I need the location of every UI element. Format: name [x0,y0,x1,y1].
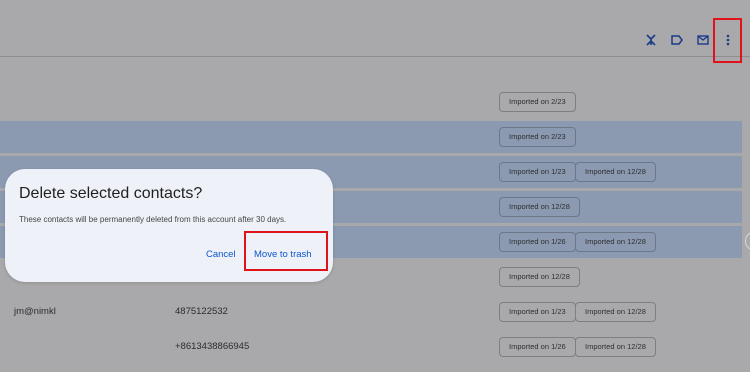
import-label-chip[interactable]: Imported on 2/23 [499,127,576,147]
more-button-highlight [713,18,742,63]
contact-email: jm@nimkl [14,306,56,317]
import-label-chip[interactable]: Imported on 1/26 [499,232,576,252]
import-label-chip[interactable]: Imported on 2/23 [499,92,576,112]
contact-row[interactable]: Imported on 2/23 [0,86,742,118]
contact-row[interactable]: Imported on 2/23 [0,121,742,153]
import-label-chip[interactable]: Imported on 12/28 [575,337,656,357]
row-scroll-handle[interactable] [745,232,750,250]
contact-phone: +8613438866945 [175,341,250,352]
contact-row[interactable]: +8613438866945 Imported on 1/26 Imported… [0,331,742,363]
import-label-chip[interactable]: Imported on 12/28 [575,162,656,182]
import-label-chip[interactable]: Imported on 12/28 [499,197,580,217]
merge-icon[interactable] [642,31,660,49]
import-label-chip[interactable]: Imported on 1/23 [499,162,576,182]
import-label-chip[interactable]: Imported on 1/26 [499,337,576,357]
label-icon[interactable] [668,31,686,49]
contacts-toolbar [0,0,750,63]
import-label-chip[interactable]: Imported on 1/23 [499,302,576,322]
dialog-message: These contacts will be permanently delet… [19,215,287,224]
import-label-chip[interactable]: Imported on 12/28 [499,267,580,287]
import-label-chip[interactable]: Imported on 12/28 [575,232,656,252]
contact-row[interactable]: jm@nimkl 4875122532 Imported on 1/23 Imp… [0,296,742,328]
email-icon[interactable] [694,31,712,49]
import-label-chip[interactable]: Imported on 12/28 [575,302,656,322]
move-to-trash-highlight [244,231,328,271]
dialog-title: Delete selected contacts? [19,185,203,202]
delete-contacts-dialog: Delete selected contacts? These contacts… [5,169,333,282]
contact-phone: 4875122532 [175,306,228,317]
cancel-button[interactable]: Cancel [206,249,236,260]
